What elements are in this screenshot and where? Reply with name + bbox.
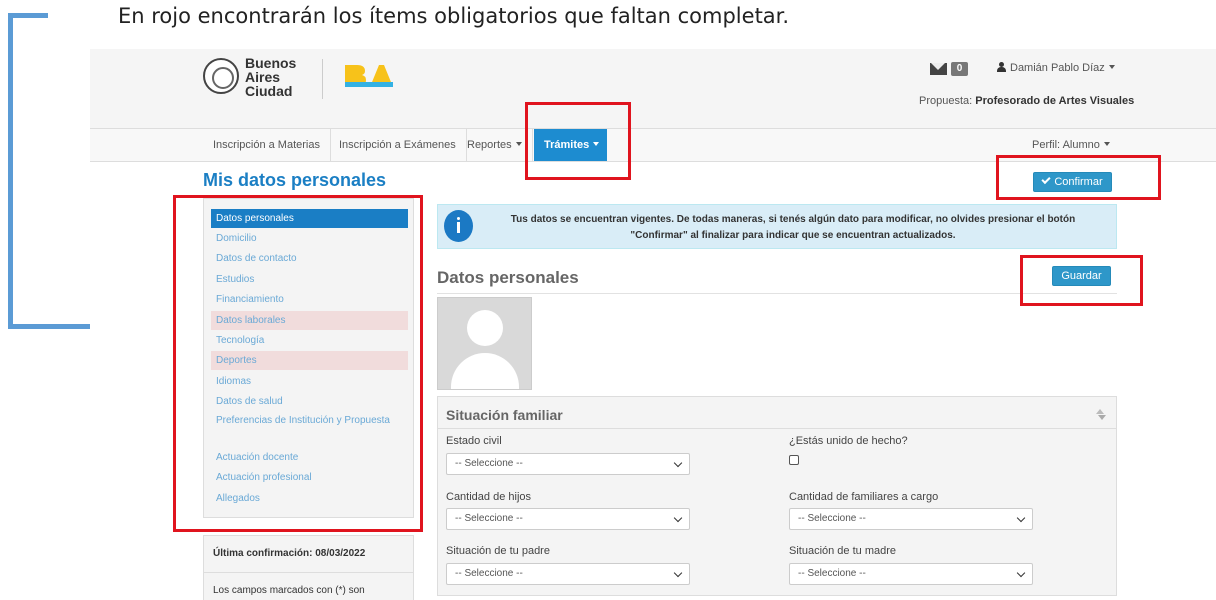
caret-down-icon xyxy=(1103,142,1110,146)
caret-down-icon xyxy=(1108,65,1115,69)
situacion-familiar-panel: Situación familiar Estado civil -- Selec… xyxy=(437,396,1117,596)
cantidad-hijos-select[interactable]: -- Seleccione -- xyxy=(446,508,690,530)
city-logo-line-1: Buenos xyxy=(245,55,297,71)
last-confirmation-date: Última confirmación: 08/03/2022 xyxy=(213,548,366,559)
cantidad-hijos-label: Cantidad de hijos xyxy=(446,491,532,503)
ba-logo xyxy=(345,65,393,87)
envelope-icon xyxy=(930,63,947,75)
situacion-madre-select[interactable]: -- Seleccione -- xyxy=(789,563,1033,585)
bracket-arrow-vertical xyxy=(8,13,13,329)
section-title: Datos personales xyxy=(437,268,579,287)
situacion-padre-value: -- Seleccione -- xyxy=(455,568,523,579)
avatar-head-icon xyxy=(467,310,503,346)
info-alert: Tus datos se encuentran vigentes. De tod… xyxy=(437,204,1117,249)
union-hecho-label: ¿Estás unido de hecho? xyxy=(789,435,908,447)
messages-button[interactable]: 0 xyxy=(930,62,970,76)
profile-photo[interactable] xyxy=(437,297,532,390)
propuesta-value: Profesorado de Artes Visuales xyxy=(975,95,1135,107)
nav-reportes[interactable]: Reportes xyxy=(457,129,533,161)
estado-civil-select[interactable]: -- Seleccione -- xyxy=(446,453,690,475)
city-seal-icon xyxy=(203,58,239,94)
user-menu[interactable]: Damián Pablo Díaz xyxy=(997,62,1115,74)
perfil-label: Perfil: Alumno xyxy=(1032,139,1100,151)
nav-inscripcion-examenes[interactable]: Inscripción a Exámenes xyxy=(329,129,467,161)
highlight-box-guardar xyxy=(1020,255,1143,306)
section-divider xyxy=(437,293,1117,294)
chevron-down-icon xyxy=(673,458,683,468)
user-name: Damián Pablo Díaz xyxy=(1010,62,1105,74)
divider xyxy=(204,572,413,573)
propuesta-label: Propuesta: xyxy=(919,95,973,107)
situacion-padre-select[interactable]: -- Seleccione -- xyxy=(446,563,690,585)
instruction-caption: En rojo encontrarán los ítems obligatori… xyxy=(118,4,790,28)
situacion-padre-label: Situación de tu padre xyxy=(446,545,550,557)
union-hecho-checkbox[interactable] xyxy=(789,455,799,465)
chevron-down-icon xyxy=(673,568,683,578)
familiares-cargo-select[interactable]: -- Seleccione -- xyxy=(789,508,1033,530)
collapse-icon[interactable] xyxy=(1096,409,1106,421)
message-count-badge: 0 xyxy=(951,62,968,76)
page-title: Mis datos personales xyxy=(203,170,387,190)
highlight-box-tramites xyxy=(525,102,631,180)
familiares-cargo-label: Cantidad de familiares a cargo xyxy=(789,491,939,503)
city-logo-line-3: Ciudad xyxy=(245,83,293,99)
logo-divider xyxy=(322,59,323,99)
panel-divider xyxy=(438,428,1116,429)
panel-title: Situación familiar xyxy=(446,407,563,423)
caret-down-icon xyxy=(515,142,522,146)
info-icon xyxy=(444,210,473,242)
nav-reportes-label: Reportes xyxy=(467,139,512,151)
user-icon xyxy=(997,62,1006,72)
situacion-madre-value: -- Seleccione -- xyxy=(798,568,866,579)
cantidad-hijos-value: -- Seleccione -- xyxy=(455,513,523,524)
highlight-box-confirmar xyxy=(996,155,1161,200)
required-fields-note: Los campos marcados con (*) son obligato… xyxy=(213,585,365,596)
site-header: Buenos Aires Ciudad 0 Damián Pablo Díaz … xyxy=(90,49,1216,128)
estado-civil-value: -- Seleccione -- xyxy=(455,458,523,469)
estado-civil-label: Estado civil xyxy=(446,435,502,447)
info-alert-text: Tus datos se encuentran vigentes. De tod… xyxy=(510,214,1076,241)
chevron-down-icon xyxy=(1016,513,1026,523)
highlight-box-sidebar xyxy=(173,195,423,532)
bracket-arrow-top xyxy=(8,13,48,18)
city-logo-line-2: Aires xyxy=(245,69,281,85)
last-confirmation-box: Última confirmación: 08/03/2022 Los camp… xyxy=(203,535,414,600)
chevron-down-icon xyxy=(1016,568,1026,578)
buenos-aires-ciudad-logo[interactable]: Buenos Aires Ciudad xyxy=(203,56,313,102)
situacion-madre-label: Situación de tu madre xyxy=(789,545,897,557)
nav-inscripcion-materias[interactable]: Inscripción a Materias xyxy=(203,129,331,161)
chevron-down-icon xyxy=(673,513,683,523)
avatar-body-icon xyxy=(451,353,519,389)
familiares-cargo-value: -- Seleccione -- xyxy=(798,513,866,524)
city-logo-text: Buenos Aires Ciudad xyxy=(245,56,296,98)
propuesta-info: Propuesta: Profesorado de Artes Visuales xyxy=(919,95,1134,107)
